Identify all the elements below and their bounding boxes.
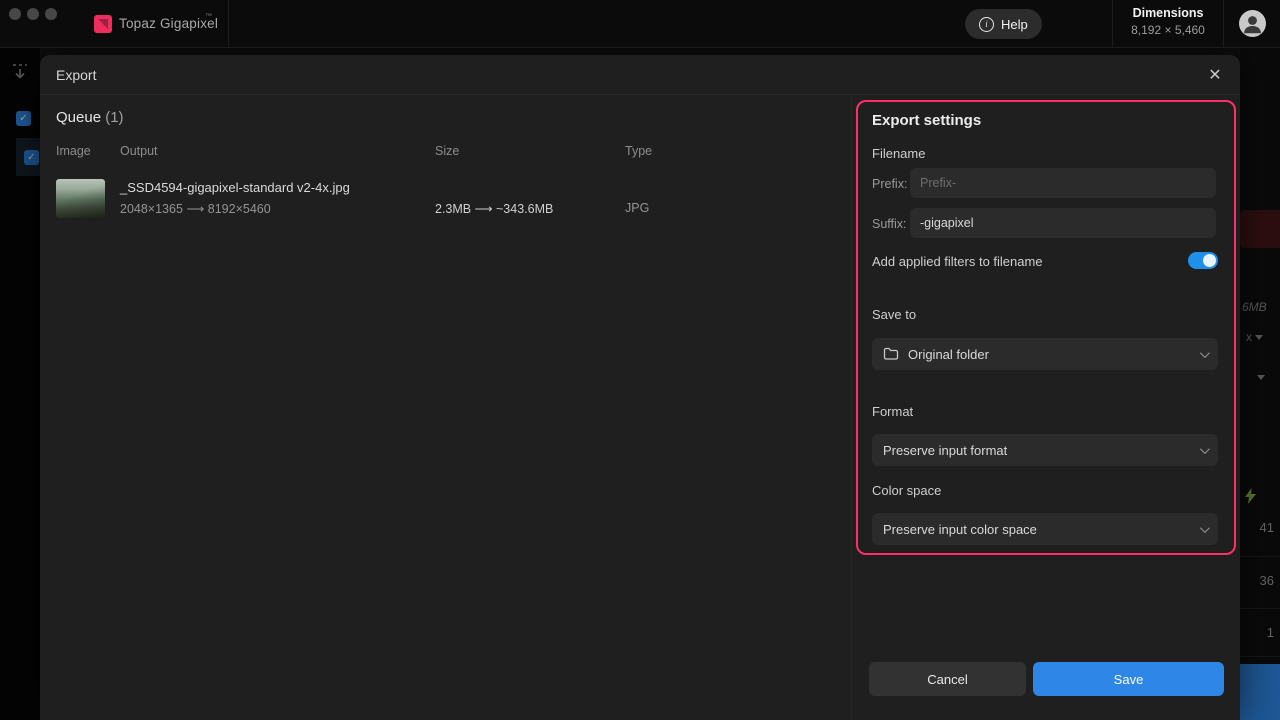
queue-row-thumbnail <box>56 179 105 218</box>
divider <box>851 95 852 720</box>
format-dropdown[interactable]: Preserve input format <box>872 434 1218 466</box>
dimensions-value: 8,192 × 5,460 <box>1131 23 1205 37</box>
suffix-label: Suffix: <box>872 217 907 231</box>
format-value: Preserve input format <box>883 442 1008 458</box>
queue-row-resolution: 2048×1365 ⟶ 8192×5460 <box>120 202 271 216</box>
export-settings-panel: Export settings Filename Prefix: Suffix:… <box>856 100 1236 555</box>
topaz-logo-icon <box>94 15 112 33</box>
suffix-input[interactable] <box>910 208 1216 238</box>
folder-icon <box>883 347 899 361</box>
window-minimize-button[interactable] <box>27 8 39 20</box>
toggle-knob <box>1203 254 1216 267</box>
save-to-value: Original folder <box>908 346 989 362</box>
queue-heading: Queue (1) <box>56 109 124 126</box>
filters-toggle-label: Add applied filters to filename <box>872 254 1043 269</box>
help-button[interactable]: i Help <box>965 9 1042 39</box>
help-button-label: Help <box>1001 16 1028 32</box>
dimensions-label: Dimensions <box>1132 6 1204 20</box>
export-dialog: Export ✕ Queue (1) Image Output Size Typ… <box>40 55 1240 720</box>
trademark-mark: ™ <box>205 13 212 20</box>
save-to-label: Save to <box>872 307 917 322</box>
queue-count: (1) <box>105 109 124 126</box>
color-space-label: Color space <box>872 483 942 498</box>
info-icon: i <box>979 16 994 32</box>
column-header-type: Type <box>625 144 653 158</box>
settings-heading: Export settings <box>872 112 982 129</box>
column-header-size: Size <box>435 144 460 158</box>
queue-row-type: JPG <box>625 201 650 215</box>
divider <box>228 0 229 48</box>
export-dialog-header: Export ✕ <box>40 55 1240 95</box>
save-button[interactable]: Save <box>1033 662 1224 696</box>
close-icon[interactable]: ✕ <box>1204 64 1226 86</box>
dimensions-readout: Dimensions 8,192 × 5,460 <box>1112 0 1224 48</box>
chevron-down-icon <box>1199 347 1210 358</box>
format-label: Format <box>872 404 914 419</box>
account-avatar[interactable] <box>1239 10 1266 37</box>
prefix-input[interactable] <box>910 168 1216 198</box>
app-window: ✓ ✓ 6MB x 41 36 1 Topaz Gigapixel ™ i He… <box>0 0 1280 720</box>
titlebar: Topaz Gigapixel ™ i Help Dimensions 8,19… <box>0 0 1280 48</box>
app-title: Topaz Gigapixel <box>119 16 219 31</box>
save-to-dropdown[interactable]: Original folder <box>872 338 1218 370</box>
color-space-value: Preserve input color space <box>883 521 1037 537</box>
filename-section-label: Filename <box>872 146 926 161</box>
chevron-down-icon <box>1199 522 1210 533</box>
queue-row-size: 2.3MB ⟶ ~343.6MB <box>435 202 554 216</box>
column-header-output: Output <box>120 144 158 158</box>
queue-heading-text: Queue <box>56 109 102 126</box>
queue-row-filename: _SSD4594-gigapixel-standard v2-4x.jpg <box>120 180 350 195</box>
window-zoom-button[interactable] <box>45 8 57 20</box>
column-header-image: Image <box>56 144 91 158</box>
filters-toggle[interactable] <box>1188 252 1218 269</box>
window-close-button[interactable] <box>9 8 21 20</box>
cancel-button[interactable]: Cancel <box>869 662 1026 696</box>
color-space-dropdown[interactable]: Preserve input color space <box>872 513 1218 545</box>
prefix-label: Prefix: <box>872 177 908 191</box>
chevron-down-icon <box>1199 443 1210 454</box>
dialog-title: Export <box>56 67 97 83</box>
